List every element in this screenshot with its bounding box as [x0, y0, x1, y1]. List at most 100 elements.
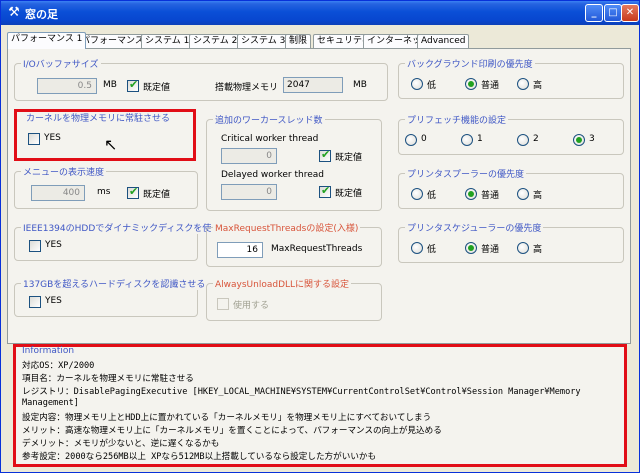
scheduler-high-label: 高 [533, 245, 543, 255]
scheduler-label: プリンタスケジューラーの優先度 [405, 221, 544, 234]
spooler-high-radio[interactable] [517, 188, 529, 200]
info-line: 参考設定：2000なら256MB以上 XPなら512MB以上搭載しているなら設定… [22, 452, 377, 462]
prefetch-0-radio[interactable] [405, 134, 417, 146]
scheduler-high-radio[interactable] [517, 242, 529, 254]
ieee1394-group: IEEE1394のHDDでダイナミックディスクを使う YES [14, 221, 223, 261]
prefetch-2-radio[interactable] [517, 134, 529, 146]
hdd137-yes-checkbox[interactable] [29, 296, 41, 308]
main-window: ⚒ 窓の足 _ □ ✕ パフォーマンス 1 パフォーマンス 2 システム 1 シ… [0, 0, 640, 473]
spooler-group: プリンタスプーラーの優先度 低 普通 高 [398, 167, 624, 209]
hdd137-group: 137GBを超えるハードディスクを認識させる YES [14, 277, 208, 317]
prefetch-1-label: 1 [477, 134, 483, 144]
bg-print-high-label: 高 [533, 81, 543, 91]
checkmark-icon: ✔ [321, 148, 331, 161]
tab-system-1[interactable]: システム 1 [141, 34, 194, 49]
info-line: 設定内容：物理メモリ上とHDD上に置かれている「カーネルメモリ」を物理メモリ上に… [22, 413, 432, 423]
spooler-label: プリンタスプーラーの優先度 [405, 167, 527, 180]
physical-memory-unit: MB [353, 80, 367, 90]
prefetch-1-radio[interactable] [461, 134, 473, 146]
delayed-worker-input[interactable]: 0 [221, 184, 277, 200]
menu-speed-input[interactable]: 400 [31, 185, 85, 201]
prefetch-label: プリフェッチ機能の設定 [405, 113, 509, 126]
maxrequest-name-label: MaxRequestThreads [271, 244, 363, 254]
bg-print-high-radio[interactable] [517, 78, 529, 90]
tab-performance-1[interactable]: パフォーマンス 1 [7, 32, 87, 49]
checkmark-icon: ✔ [129, 78, 139, 91]
unloaddll-use-label: 使用する [233, 301, 270, 311]
critical-worker-default-checkbox[interactable]: ✔ [319, 148, 331, 162]
hdd137-yes-label: YES [45, 296, 62, 306]
ieee1394-label: IEEE1394のHDDでダイナミックディスクを使う [21, 221, 223, 234]
minimize-button[interactable]: _ [585, 4, 603, 22]
critical-worker-default-label: 既定値 [335, 153, 363, 163]
io-buffer-default-checkbox[interactable]: ✔ [127, 78, 139, 92]
checkmark-icon: ✔ [321, 184, 331, 197]
io-buffer-group: I/Oバッファサイズ 0.5 MB ✔ 既定値 搭載物理メモリ 2047 MB [14, 57, 388, 101]
menu-speed-group: メニューの表示速度 400 ms ✔ 既定値 [14, 165, 198, 209]
title-bar[interactable]: ⚒ 窓の足 _ □ ✕ [1, 1, 639, 25]
prefetch-2-label: 2 [533, 134, 539, 144]
close-button[interactable]: ✕ [621, 4, 639, 22]
info-line: レジストリ：DisablePagingExecutive [HKEY_LOCAL… [22, 387, 581, 397]
spooler-low-radio[interactable] [411, 188, 423, 200]
ieee1394-yes-label: YES [45, 240, 62, 250]
prefetch-0-label: 0 [421, 134, 427, 144]
information-panel: Information 対応OS：XP/2000 項目名：カーネルを物理メモリに… [13, 344, 627, 467]
window-title: 窓の足 [25, 8, 58, 21]
menu-speed-unit: ms [97, 187, 111, 197]
radio-selected-dot-icon [468, 191, 474, 197]
info-line: メリット：高速な物理メモリ上に「カーネルメモリ」を置くことによって、パフォーマン… [22, 426, 442, 436]
scheduler-group: プリンタスケジューラーの優先度 低 普通 高 [398, 221, 624, 263]
scheduler-normal-label: 普通 [481, 245, 500, 255]
spooler-high-label: 高 [533, 191, 543, 201]
ieee1394-yes-checkbox[interactable] [29, 240, 41, 252]
menu-speed-default-checkbox[interactable]: ✔ [127, 185, 139, 199]
physical-memory-value: 2047 [283, 77, 343, 93]
prefetch-group: プリフェッチ機能の設定 0 1 2 3 [398, 113, 624, 155]
critical-worker-input[interactable]: 0 [221, 148, 277, 164]
maxrequest-label: MaxRequestThreadsの設定(入様) [213, 221, 361, 234]
delayed-worker-default-label: 既定値 [335, 189, 363, 199]
io-buffer-default-label: 既定値 [143, 83, 171, 93]
scheduler-low-label: 低 [427, 245, 437, 255]
scheduler-normal-radio[interactable] [465, 242, 477, 254]
physical-memory-label: 搭載物理メモリ [215, 83, 279, 93]
spooler-normal-label: 普通 [481, 191, 500, 201]
prefetch-3-label: 3 [589, 134, 595, 144]
spooler-low-label: 低 [427, 191, 437, 201]
bg-print-group: バックグラウンド印刷の優先度 低 普通 高 [398, 57, 624, 99]
radio-selected-dot-icon [468, 245, 474, 251]
prefetch-3-radio[interactable] [573, 134, 585, 146]
scheduler-low-radio[interactable] [411, 242, 423, 254]
tab-advanced[interactable]: Advanced [417, 34, 470, 49]
hdd137-label: 137GBを超えるハードディスクを認識させる [21, 277, 208, 290]
unloaddll-label: AlwaysUnloadDLLに関する設定 [213, 277, 352, 290]
delayed-worker-label: Delayed worker thread [221, 170, 324, 180]
bg-print-normal-radio[interactable] [465, 78, 477, 90]
worker-thread-group: 追加のワーカースレッド数 Critical worker thread 0 ✔ … [206, 113, 382, 211]
maxrequest-input[interactable]: 16 [217, 242, 263, 258]
io-buffer-input[interactable]: 0.5 [37, 78, 97, 94]
info-line: デメリット：メモリが少ないと、逆に遅くなるかも [22, 439, 220, 449]
tab-system-3[interactable]: システム 3 [237, 34, 290, 49]
checkmark-icon: ✔ [129, 185, 139, 198]
bg-print-low-radio[interactable] [411, 78, 423, 90]
info-line: 項目名：カーネルを物理メモリに常駐させる [22, 374, 194, 384]
bg-print-low-label: 低 [427, 81, 437, 91]
information-label: Information [22, 346, 75, 356]
critical-worker-label: Critical worker thread [221, 134, 319, 144]
worker-thread-label: 追加のワーカースレッド数 [213, 113, 325, 126]
unloaddll-checkbox[interactable] [217, 298, 229, 310]
info-line: Management] [22, 398, 79, 408]
maxrequest-group: MaxRequestThreadsの設定(入様) 16 MaxRequestTh… [206, 221, 382, 267]
tab-system-2[interactable]: システム 2 [189, 34, 242, 49]
io-buffer-label: I/Oバッファサイズ [21, 57, 101, 70]
radio-selected-dot-icon [576, 137, 582, 143]
spooler-normal-radio[interactable] [465, 188, 477, 200]
bg-print-normal-label: 普通 [481, 81, 500, 91]
delayed-worker-default-checkbox[interactable]: ✔ [319, 184, 331, 198]
tab-panel: I/Oバッファサイズ 0.5 MB ✔ 既定値 搭載物理メモリ 2047 MB … [7, 48, 631, 344]
tab-limits[interactable]: 制限 [285, 34, 312, 49]
bg-print-label: バックグラウンド印刷の優先度 [405, 57, 535, 70]
maximize-button[interactable]: □ [604, 4, 622, 22]
